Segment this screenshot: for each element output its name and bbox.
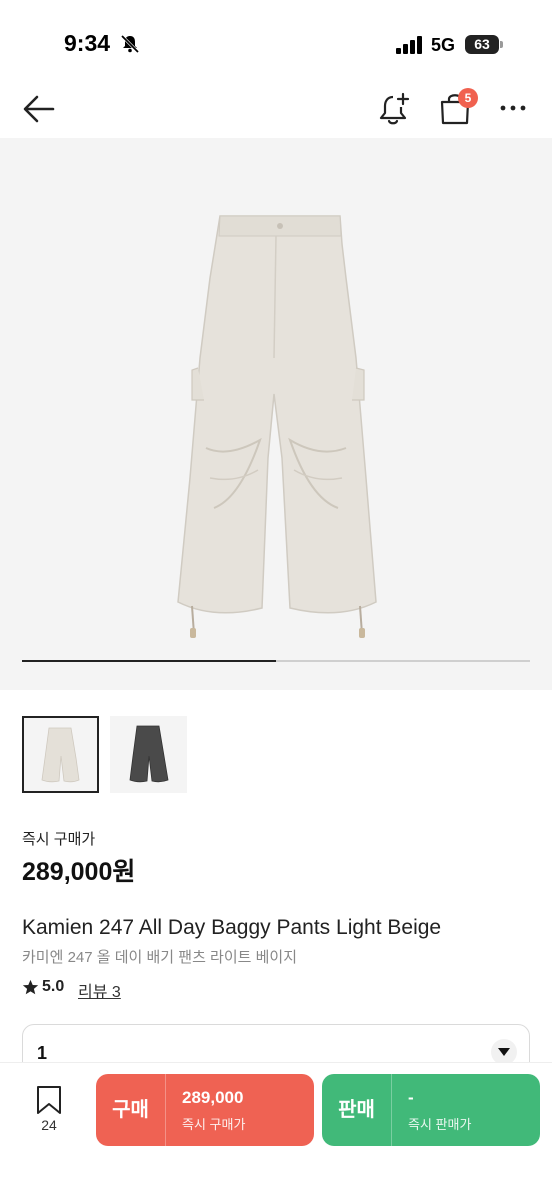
review-link[interactable]: 리뷰 3	[78, 978, 121, 1002]
star-icon	[22, 979, 39, 995]
carousel-progress-fill	[22, 660, 276, 662]
battery-icon: 63	[465, 35, 499, 54]
more-horizontal-icon[interactable]	[500, 96, 526, 120]
save-count: 24	[41, 1117, 57, 1133]
bottom-action-bar: 24 구매 289,000 즉시 구매가 판매 - 즉시 판매가	[0, 1062, 552, 1200]
product-image-pants	[177, 215, 377, 638]
buy-button-subtext: 즉시 구매가	[182, 1117, 246, 1132]
status-time: 9:34	[64, 30, 111, 56]
network-label: 5G	[431, 35, 456, 55]
thumbnail-charcoal-image	[129, 725, 169, 783]
arrow-left-icon[interactable]	[22, 94, 56, 124]
bell-slash-icon	[120, 34, 140, 54]
sell-button[interactable]: 판매 - 즉시 판매가	[322, 1074, 540, 1146]
carousel-progress-track	[22, 660, 530, 662]
buy-button-label: 구매	[96, 1074, 166, 1146]
status-bar: 9:34 5G 63	[0, 0, 552, 86]
battery-tip	[500, 41, 503, 48]
price-label: 즉시 구매가	[22, 831, 96, 848]
sell-button-label: 판매	[322, 1074, 392, 1146]
product-subtitle: 카미엔 247 올 데이 배기 팬츠 라이트 베이지	[22, 949, 298, 966]
bookmark-icon	[37, 1086, 61, 1114]
cart-count-badge: 5	[458, 88, 478, 108]
price-value: 289,000원	[22, 858, 136, 886]
sell-button-subtext: 즉시 판매가	[408, 1117, 472, 1132]
product-image-carousel[interactable]	[0, 138, 552, 690]
bell-plus-icon[interactable]	[378, 92, 410, 126]
save-button[interactable]: 24	[26, 1083, 74, 1139]
signal-bars-icon	[396, 36, 422, 54]
size-selected-value: 1	[37, 1043, 48, 1063]
buy-button[interactable]: 구매 289,000 즉시 구매가	[96, 1074, 314, 1146]
rating-value: 5.0	[42, 978, 65, 995]
thumbnail-beige-image	[41, 727, 80, 783]
product-title: Kamien 247 All Day Baggy Pants Light Bei…	[22, 916, 442, 939]
thumbnail-beige[interactable]	[22, 716, 99, 793]
sell-button-price: -	[408, 1088, 414, 1107]
thumbnail-charcoal[interactable]	[110, 716, 187, 793]
buy-button-price: 289,000	[182, 1088, 244, 1107]
